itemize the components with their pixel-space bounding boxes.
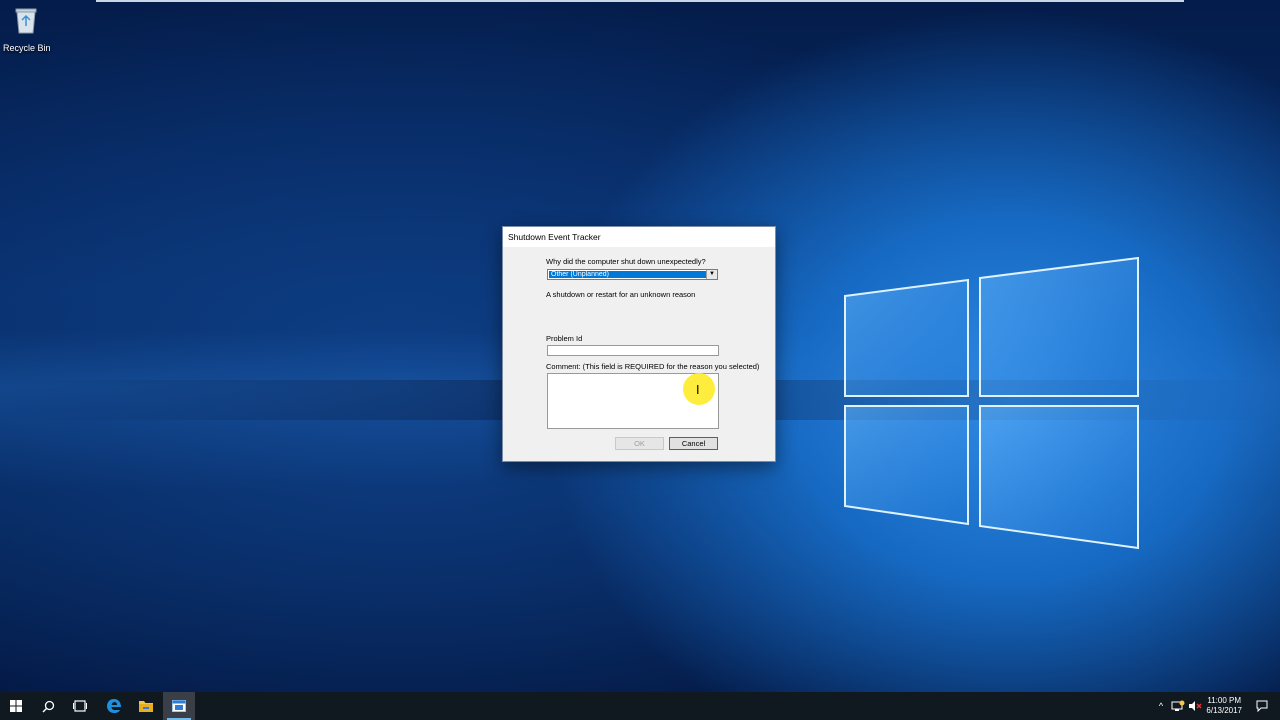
network-icon[interactable] [1171,700,1185,712]
file-explorer-icon [139,701,153,712]
chevron-up-icon[interactable]: ^ [1154,701,1168,711]
problem-id-label: Problem Id [546,334,583,343]
file-explorer-taskbar-button[interactable] [130,692,162,720]
text-cursor-icon: I [696,383,700,397]
reason-dropdown[interactable]: Other (Unplanned) ▼ [547,269,718,280]
top-edge-line [96,0,1184,2]
clock-time: 11:00 PM [1207,696,1242,705]
taskbar-clock[interactable]: 11:00 PM 6/13/2017 [1206,696,1242,716]
clock-date: 6/13/2017 [1206,706,1242,715]
action-center-button[interactable] [1246,692,1278,720]
system-tray: ^ [1154,692,1214,720]
ok-button[interactable]: OK [615,437,664,450]
search-button[interactable] [32,692,64,720]
reason-description: A shutdown or restart for an unknown rea… [546,290,696,299]
edge-taskbar-button[interactable] [98,692,130,720]
shutdown-tracker-icon [172,700,186,712]
shutdown-tracker-taskbar-button[interactable] [163,692,195,720]
reason-selected-value: Other (Unplanned) [548,270,707,279]
chevron-down-icon[interactable]: ▼ [706,270,717,279]
question-label: Why did the computer shut down unexpecte… [546,257,706,266]
edge-icon [107,699,121,713]
comment-label: Comment: (This field is REQUIRED for the… [546,362,760,371]
volume-muted-icon[interactable] [1188,700,1202,712]
taskbar: ^ 11:00 PM 6/13/2017 [0,692,1280,720]
shutdown-event-tracker-dialog: Shutdown Event Tracker Why did the compu… [502,226,776,462]
recycle-bin-label: Recycle Bin [3,43,51,53]
start-icon [10,700,22,712]
dialog-title[interactable]: Shutdown Event Tracker [503,227,775,247]
start-button[interactable] [0,692,32,720]
notification-icon [1256,700,1268,712]
recycle-bin[interactable]: Recycle Bin [3,6,51,53]
task-view-button[interactable] [64,692,96,720]
recycle-bin-icon [15,8,37,34]
windows-logo [844,256,1139,550]
cancel-button[interactable]: Cancel [669,437,718,450]
problem-id-input[interactable] [547,345,719,356]
task-view-icon [73,700,87,712]
search-icon [41,700,54,713]
